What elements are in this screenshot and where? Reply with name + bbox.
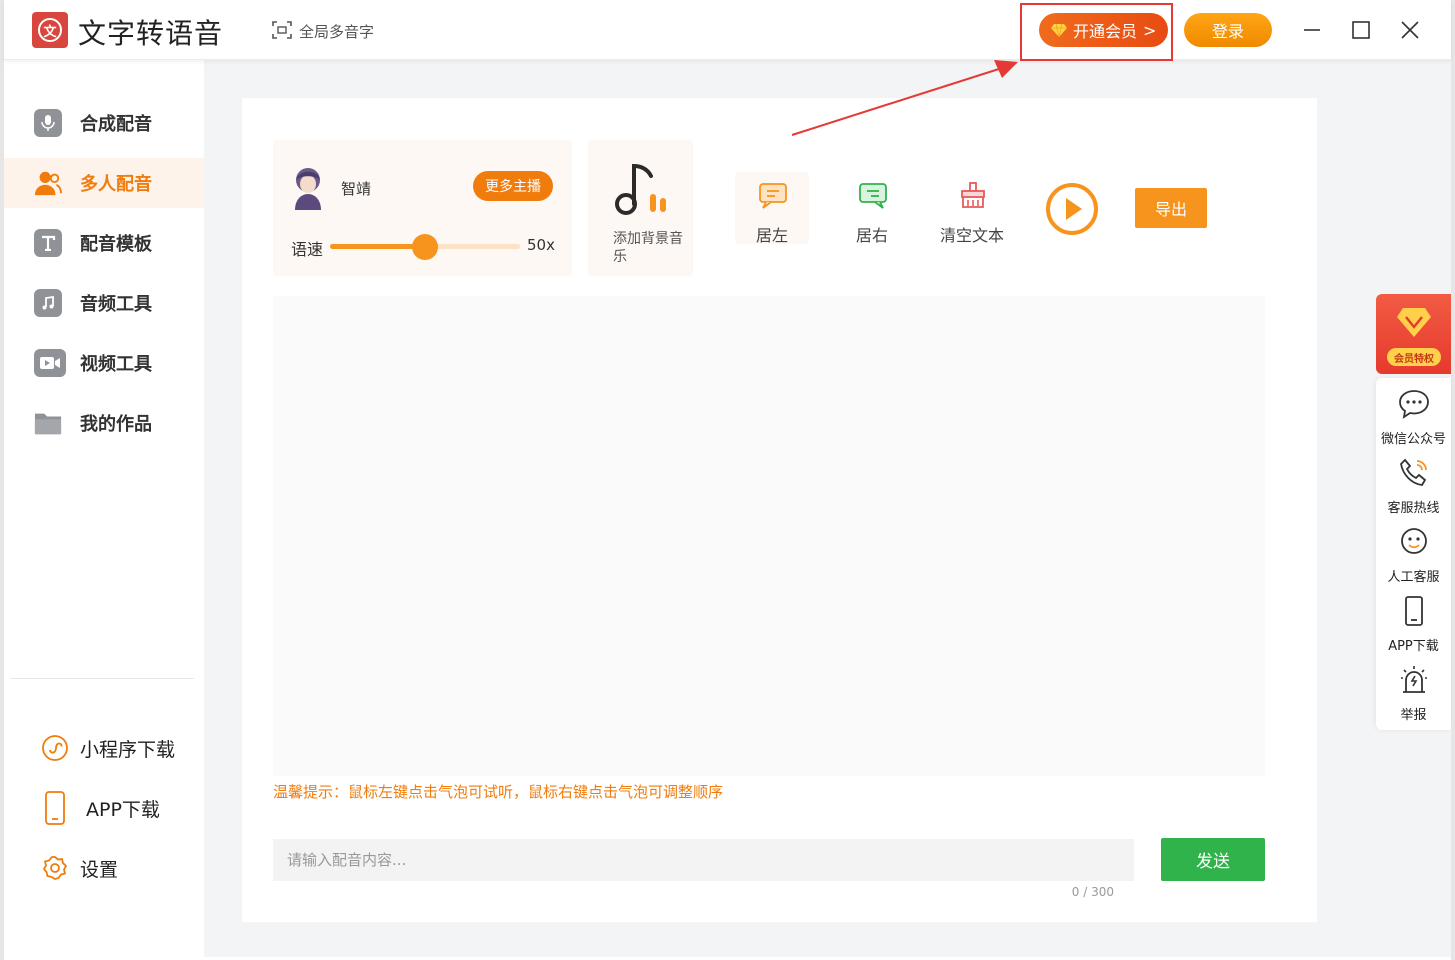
usage-hint: 温馨提示：鼠标左键点击气泡可试听，鼠标右键点击气泡可调整顺序 (273, 783, 724, 801)
window-edge-right (1451, 0, 1455, 960)
chat-left-icon (759, 183, 787, 209)
chat-bubble-icon (1399, 390, 1429, 419)
app-title: 文字转语音 (78, 17, 224, 50)
agent-icon (1401, 528, 1427, 554)
diamond-icon (1397, 308, 1431, 337)
users-icon (34, 169, 62, 197)
sidebar-item-my-works[interactable]: 我的作品 (4, 398, 204, 448)
maximize-icon (1352, 21, 1370, 39)
close-button[interactable] (1394, 14, 1426, 46)
speed-slider-thumb[interactable] (412, 234, 438, 260)
human-service-button[interactable]: 人工客服 (1376, 526, 1451, 592)
folder-icon (34, 409, 62, 437)
voice-panel: 智靖 更多主播 语速 50x (273, 140, 572, 276)
character-counter: 0 / 300 (1071, 885, 1114, 899)
music-bars-icon (615, 163, 666, 215)
microphone-icon (34, 109, 62, 137)
right-panel-label: 人工客服 (1387, 570, 1440, 585)
sidebar-item-video-tools[interactable]: 视频工具 (4, 338, 204, 388)
clear-text-label: 清空文本 (939, 226, 1004, 245)
minimize-button[interactable] (1296, 14, 1328, 46)
align-right-button[interactable]: 居右 (835, 172, 909, 245)
avatar[interactable] (289, 164, 327, 210)
speed-value: 50x (527, 236, 555, 254)
video-camera-icon (34, 349, 66, 377)
sidebar-item-label: 配音模板 (80, 234, 152, 255)
align-left-button[interactable]: 居左 (735, 172, 809, 245)
export-button[interactable]: 导出 (1135, 188, 1207, 228)
align-left-label: 居左 (755, 226, 788, 245)
sidebar-item-label: 合成配音 (80, 114, 152, 135)
music-note-icon (34, 289, 62, 317)
app-logo: 文 (32, 12, 68, 48)
right-panel-label: APP下载 (1388, 639, 1439, 654)
sidebar-bottom-label: 小程序下载 (80, 738, 176, 761)
sidebar-item-label: 我的作品 (80, 414, 152, 435)
open-vip-label: 开通会员 (1073, 22, 1138, 41)
open-vip-button[interactable]: 开通会员 > (1039, 13, 1168, 47)
play-icon[interactable] (1045, 182, 1099, 236)
app-logo-mark: 文 (38, 18, 62, 42)
sidebar-item-templates[interactable]: 配音模板 (4, 218, 204, 268)
settings-icon (40, 853, 70, 883)
phone-call-icon (1400, 458, 1427, 486)
report-button[interactable]: 举报 (1376, 664, 1451, 730)
sidebar-item-label: 音频工具 (80, 294, 152, 315)
align-right-label: 居右 (855, 226, 888, 245)
global-polyphone-button[interactable]: 全局多音字 (299, 21, 374, 42)
vip-privilege-button[interactable]: 会员特权 (1376, 294, 1451, 374)
sidebar-item-multi-voice[interactable]: 多人配音 (4, 158, 204, 208)
right-quick-panel: 微信公众号 客服热线 人工客服 APP下载 举报 (1376, 378, 1451, 730)
clear-text-button[interactable]: 清空文本 (935, 172, 1009, 245)
sidebar-item-label: 多人配音 (80, 174, 152, 195)
add-bgm-label: 添加背景音乐 (613, 231, 683, 265)
chevron-right-icon: > (1143, 20, 1157, 40)
miniprogram-icon (40, 733, 70, 763)
login-button[interactable]: 登录 (1184, 13, 1272, 47)
sidebar-item-audio-tools[interactable]: 音频工具 (4, 278, 204, 328)
maximize-button[interactable] (1345, 14, 1377, 46)
speed-label: 语速 (291, 240, 324, 259)
sidebar-bottom-miniprogram[interactable]: 小程序下载 (4, 728, 204, 768)
send-button[interactable]: 发送 (1161, 838, 1265, 881)
phone-icon (40, 791, 70, 825)
right-panel-label: 微信公众号 (1380, 432, 1446, 447)
scan-icon[interactable] (272, 20, 292, 40)
sidebar-item-label: 视频工具 (80, 354, 152, 375)
right-panel-label: 举报 (1400, 708, 1427, 723)
close-icon (1401, 21, 1419, 39)
add-bgm-button[interactable]: 添加背景音乐 (588, 140, 693, 276)
broom-icon (961, 182, 985, 208)
app-download-side-button[interactable]: APP下载 (1376, 595, 1451, 661)
dubbing-content-input[interactable] (273, 839, 1134, 881)
sidebar-divider (10, 678, 194, 679)
sidebar-bottom-app-download[interactable]: APP下载 (4, 788, 204, 828)
diamond-icon (1051, 23, 1067, 37)
speed-slider[interactable] (330, 234, 520, 260)
voice-name: 智靖 (341, 180, 372, 198)
title-bar: 文 文字转语音 全局多音字 开通会员 > 登录 (4, 0, 1451, 61)
alarm-icon (1401, 666, 1427, 693)
speed-slider-fill (330, 244, 425, 249)
wechat-official-button[interactable]: 微信公众号 (1376, 388, 1451, 454)
template-t-icon (34, 229, 62, 257)
mobile-icon (1405, 596, 1423, 626)
sidebar-item-synthesis[interactable]: 合成配音 (4, 98, 204, 148)
sidebar-bottom-settings[interactable]: 设置 (4, 848, 204, 888)
service-hotline-button[interactable]: 客服热线 (1376, 457, 1451, 523)
more-anchors-button[interactable]: 更多主播 (473, 171, 553, 201)
vip-privilege-tag: 会员特权 (1387, 348, 1441, 366)
sidebar: 合成配音 多人配音 配音模板 音频工具 视频工具 我的作品 小程序下载 APP下… (4, 60, 204, 957)
dialog-canvas[interactable] (273, 296, 1265, 776)
chat-right-icon (859, 183, 887, 209)
sidebar-bottom-label: APP下载 (86, 798, 160, 821)
sidebar-bottom-label: 设置 (80, 858, 119, 881)
right-panel-label: 客服热线 (1387, 501, 1440, 516)
minimize-icon (1304, 29, 1320, 31)
